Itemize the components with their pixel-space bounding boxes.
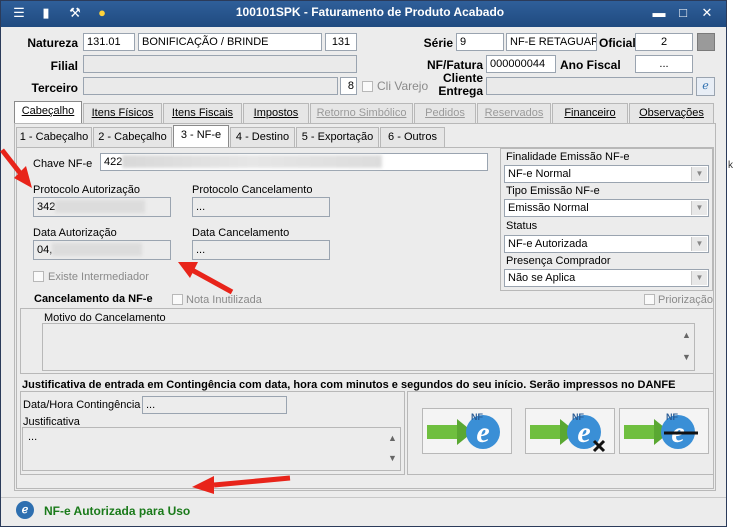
annotation-arrows	[0, 148, 291, 494]
